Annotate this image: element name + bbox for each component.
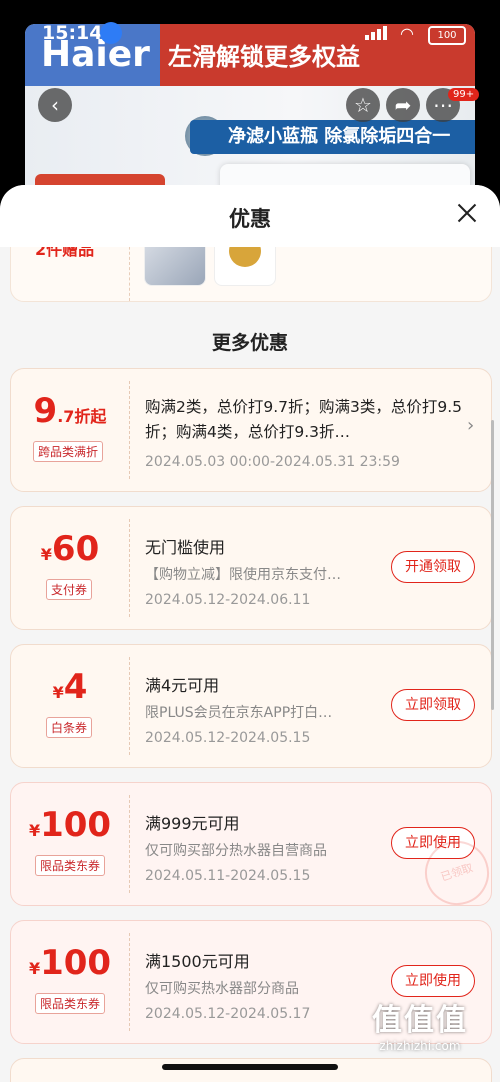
coupon-amount: ¥4	[52, 667, 88, 707]
more-discounts-title: 更多优惠	[211, 332, 288, 354]
signal-icon	[365, 26, 387, 40]
coupon-title: 满999元可用	[145, 814, 240, 833]
coupon-title: 购满2类，总价打9.7折；购满3类，总价打9.5折；购满4类，总价打9.3折…	[145, 398, 463, 441]
coupon-desc: 仅可购买部分热水器自营商品	[145, 843, 327, 859]
coupon-card[interactable]: 9.7折起 跨品类满折 购满2类，总价打9.7折；购满3类，总价打9.5折；购满…	[10, 368, 492, 492]
coupon-type-badge: 白条券	[46, 717, 93, 738]
status-time: 15:14	[42, 22, 103, 44]
coupon-amount: ¥100	[28, 805, 112, 845]
wifi-icon: ◠	[400, 24, 414, 43]
coupon-title: 无门槛使用	[145, 538, 226, 557]
coupon-card[interactable]	[10, 1058, 492, 1082]
watermark: 值值值 zhizhizhi.com	[350, 995, 490, 1055]
coupon-type-badge: 限品类东券	[35, 993, 106, 1014]
activate-claim-button[interactable]: 开通领取	[391, 551, 475, 583]
coupon-amount: ¥100	[28, 943, 112, 983]
coupon-amount: 9.7折起	[33, 391, 107, 431]
discount-sheet: 优惠 2件赠品 更多优惠 9.7折起 跨品类满折 购满2类，总价打9.7折；购满…	[0, 185, 500, 1082]
coupon-type-badge: 限品类东券	[35, 855, 106, 876]
coupon-title: 满1500元可用	[145, 952, 250, 971]
coupon-desc: 仅可购买热水器部分商品	[145, 981, 299, 997]
coupon-date: 2024.05.12-2024.05.15	[145, 730, 311, 746]
back-button[interactable]: ‹	[38, 88, 72, 122]
card-divider	[129, 381, 130, 479]
coupon-title: 满4元可用	[145, 676, 220, 695]
battery-icon: 100	[428, 26, 466, 45]
chevron-right-icon[interactable]: ›	[467, 415, 474, 436]
coupon-amount: ¥60	[40, 529, 100, 569]
card-divider	[129, 933, 130, 1031]
notification-badge: 99+	[448, 88, 480, 101]
status-bar: 15:14 ◠ 100	[0, 0, 500, 45]
card-divider	[129, 657, 130, 755]
card-divider	[129, 519, 130, 617]
sheet-title: 优惠	[229, 207, 271, 231]
coupon-type-badge: 支付券	[46, 579, 93, 600]
coupon-date: 2024.05.12-2024.06.11	[145, 592, 311, 608]
share-icon[interactable]: ➦	[386, 88, 420, 122]
close-icon[interactable]	[455, 201, 479, 225]
favorite-star-icon[interactable]: ☆	[346, 88, 380, 122]
watermark-site: zhizhizhi.com	[379, 1039, 461, 1053]
coupon-card[interactable]: ¥100 限品类东券 满999元可用 仅可购买部分热水器自营商品 2024.05…	[10, 782, 492, 906]
sheet-header: 优惠	[0, 185, 500, 247]
coupon-desc: 限PLUS会员在京东APP打白…	[145, 705, 333, 721]
coupon-desc: 【购物立减】限使用京东支付…	[145, 567, 341, 583]
coupon-card[interactable]: ¥60 支付券 无门槛使用 【购物立减】限使用京东支付… 2024.05.12-…	[10, 506, 492, 630]
coupon-date: 2024.05.12-2024.05.17	[145, 1006, 311, 1022]
product-tagline: 净滤小蓝瓶 除氯除垢四合一	[190, 120, 475, 154]
card-divider	[129, 795, 130, 893]
scrollbar[interactable]	[491, 420, 494, 710]
coupon-type-badge: 跨品类满折	[33, 441, 104, 462]
location-icon	[100, 22, 122, 44]
coupon-date: 2024.05.03 00:00-2024.05.31 23:59	[145, 454, 400, 470]
home-indicator[interactable]	[162, 1064, 338, 1070]
claim-now-button[interactable]: 立即领取	[391, 689, 475, 721]
watermark-logo: 值值值	[372, 1003, 468, 1038]
coupon-card[interactable]: ¥4 白条券 满4元可用 限PLUS会员在京东APP打白… 2024.05.12…	[10, 644, 492, 768]
coupon-date: 2024.05.11-2024.05.15	[145, 868, 311, 884]
use-now-button[interactable]: 立即使用	[391, 965, 475, 997]
